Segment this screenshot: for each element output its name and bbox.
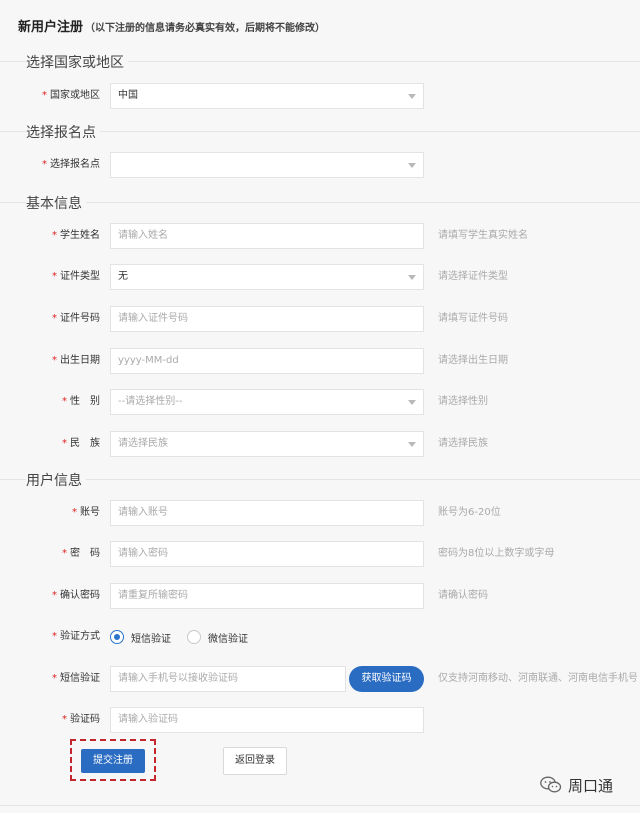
watermark-text: 周口通 bbox=[568, 776, 614, 795]
label-name: * 学生姓名 bbox=[52, 230, 100, 241]
birthdate-input[interactable]: yyyy-MM-dd bbox=[110, 348, 424, 374]
submit-button[interactable]: 提交注册 bbox=[81, 749, 145, 773]
row-ethnicity: * 民 族 请选择民族 请选择民族 bbox=[0, 431, 640, 457]
verification-code-input[interactable]: 请输入验证码 bbox=[110, 707, 424, 733]
chevron-down-icon bbox=[408, 275, 416, 280]
radio-wechat[interactable]: 微信验证 bbox=[187, 630, 248, 645]
label-verify-method: * 验证方式 bbox=[52, 631, 100, 642]
hint-confirm: 请确认密码 bbox=[438, 590, 488, 601]
section-title-country: 选择国家或地区 bbox=[26, 52, 128, 72]
radio-checked-icon bbox=[110, 630, 124, 644]
chevron-down-icon bbox=[408, 400, 416, 405]
hint-account: 账号为6-20位 bbox=[438, 507, 501, 518]
ethnicity-select[interactable]: 请选择民族 bbox=[110, 431, 424, 457]
phone-input[interactable]: 请输入手机号以接收验证码 bbox=[110, 666, 346, 692]
chevron-down-icon bbox=[408, 163, 416, 168]
row-sms: * 短信验证 请输入手机号以接收验证码 获取验证码 仅支持河南移动、河南联通、河南… bbox=[0, 666, 640, 692]
row-account: * 账号 请输入账号 账号为6-20位 bbox=[0, 500, 640, 526]
label-id-type: * 证件类型 bbox=[52, 271, 100, 282]
row-id-type: * 证件类型 无 请选择证件类型 bbox=[0, 264, 640, 290]
radio-unchecked-icon bbox=[187, 630, 201, 644]
id-number-input[interactable]: 请输入证件号码 bbox=[110, 306, 424, 332]
page-title: 新用户注册 （以下注册的信息请务必真实有效，后期将不能修改） bbox=[18, 16, 325, 35]
watermark: 周口通 bbox=[540, 773, 613, 797]
divider bbox=[0, 805, 640, 806]
row-name: * 学生姓名 请输入姓名 请填写学生真实姓名 bbox=[0, 223, 640, 249]
hint-id-number: 请填写证件号码 bbox=[438, 313, 508, 324]
page-title-note: （以下注册的信息请务必真实有效，后期将不能修改） bbox=[85, 23, 326, 34]
hint-birthdate: 请选择出生日期 bbox=[438, 355, 508, 366]
hint-password: 密码为8位以上数字或字母 bbox=[438, 548, 555, 559]
back-to-login-button[interactable]: 返回登录 bbox=[223, 747, 287, 775]
row-password: * 密 码 请输入密码 密码为8位以上数字或字母 bbox=[0, 541, 640, 567]
hint-ethnicity: 请选择民族 bbox=[438, 438, 488, 449]
name-input[interactable]: 请输入姓名 bbox=[110, 223, 424, 249]
section-title-user: 用户信息 bbox=[26, 470, 86, 490]
chevron-down-icon bbox=[408, 442, 416, 447]
gender-select[interactable]: --请选择性别-- bbox=[110, 389, 424, 415]
row-birthdate: * 出生日期 yyyy-MM-dd 请选择出生日期 bbox=[0, 348, 640, 374]
section-title-basic: 基本信息 bbox=[26, 193, 86, 213]
get-code-button[interactable]: 获取验证码 bbox=[349, 666, 424, 692]
label-sms: * 短信验证 bbox=[52, 673, 100, 684]
row-gender: * 性 别 --请选择性别-- 请选择性别 bbox=[0, 389, 640, 415]
label-confirm: * 确认密码 bbox=[52, 590, 100, 601]
section-basic: 基本信息 bbox=[0, 193, 640, 213]
row-code: * 验证码 请输入验证码 bbox=[0, 707, 640, 733]
wechat-icon bbox=[540, 776, 562, 793]
label-id-number: * 证件号码 bbox=[52, 313, 100, 324]
label-gender: * 性 别 bbox=[62, 396, 100, 407]
row-site: * 选择报名点 bbox=[0, 152, 640, 178]
row-country: * 国家或地区 中国 bbox=[0, 83, 640, 109]
row-confirm: * 确认密码 请重复所输密码 请确认密码 bbox=[0, 583, 640, 609]
section-title-site: 选择报名点 bbox=[26, 122, 100, 142]
site-select[interactable] bbox=[110, 152, 424, 178]
radio-sms[interactable]: 短信验证 bbox=[110, 630, 171, 645]
label-ethnicity: * 民 族 bbox=[62, 438, 100, 449]
password-input[interactable]: 请输入密码 bbox=[110, 541, 424, 567]
label-password: * 密 码 bbox=[62, 548, 100, 559]
account-input[interactable]: 请输入账号 bbox=[110, 500, 424, 526]
section-site: 选择报名点 bbox=[0, 122, 640, 142]
label-birthdate: * 出生日期 bbox=[52, 355, 100, 366]
row-verify-method: * 验证方式 短信验证 微信验证 bbox=[0, 624, 640, 650]
section-country: 选择国家或地区 bbox=[0, 52, 640, 72]
hint-id-type: 请选择证件类型 bbox=[438, 271, 508, 282]
country-select[interactable]: 中国 bbox=[110, 83, 424, 109]
section-user: 用户信息 bbox=[0, 470, 640, 490]
label-account: * 账号 bbox=[72, 507, 100, 518]
verify-method-radio-group: 短信验证 微信验证 bbox=[110, 624, 264, 650]
hint-sms: 仅支持河南移动、河南联通、河南电信手机号 bbox=[438, 673, 638, 684]
confirm-password-input[interactable]: 请重复所输密码 bbox=[110, 583, 424, 609]
page-title-text: 新用户注册 bbox=[18, 20, 84, 35]
chevron-down-icon bbox=[408, 94, 416, 99]
id-type-select[interactable]: 无 bbox=[110, 264, 424, 290]
submit-highlight: 提交注册 bbox=[70, 739, 156, 781]
hint-name: 请填写学生真实姓名 bbox=[438, 230, 528, 241]
label-country: * 国家或地区 bbox=[42, 90, 100, 101]
label-site: * 选择报名点 bbox=[42, 159, 100, 170]
row-id-number: * 证件号码 请输入证件号码 请填写证件号码 bbox=[0, 306, 640, 332]
hint-gender: 请选择性别 bbox=[438, 396, 488, 407]
label-code: * 验证码 bbox=[62, 714, 100, 725]
